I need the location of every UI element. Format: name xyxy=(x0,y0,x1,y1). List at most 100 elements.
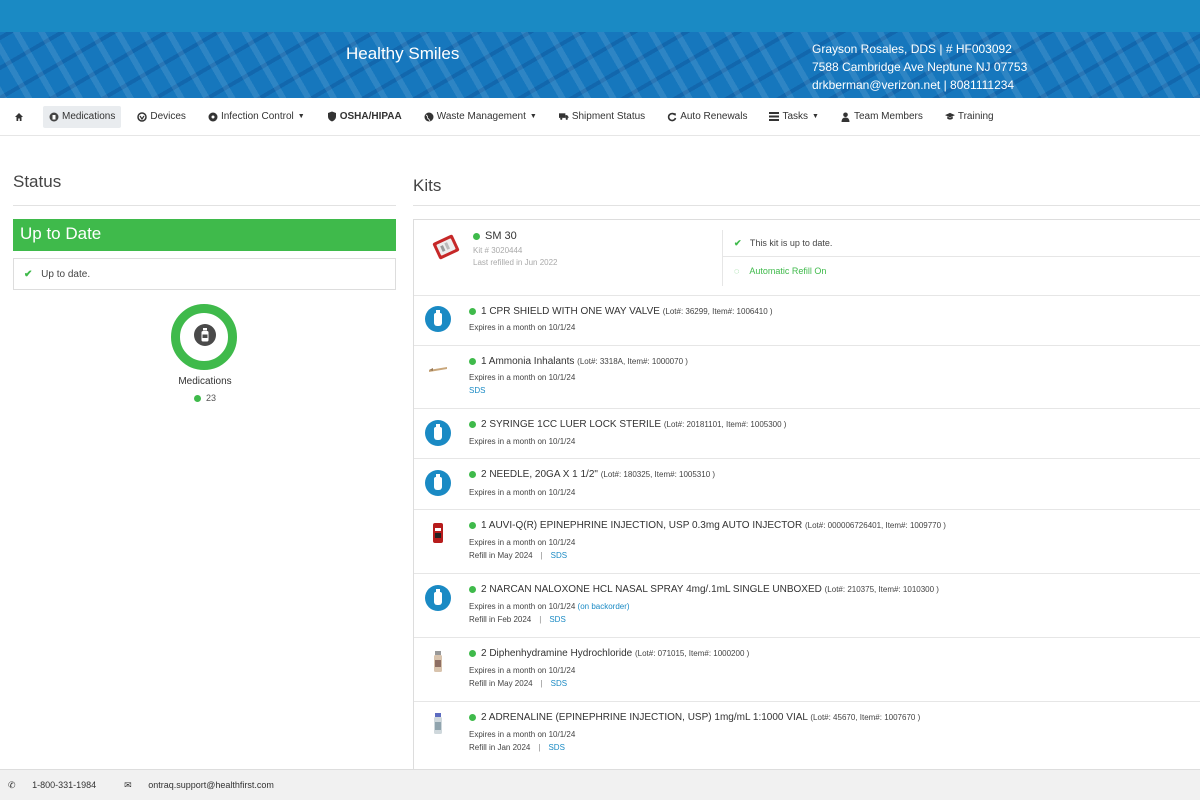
truck-icon xyxy=(558,112,569,122)
list-item[interactable]: 2 NEEDLE, 20GA X 1 1/2" (Lot#: 180325, I… xyxy=(414,459,1200,510)
kits-heading: Kits xyxy=(413,176,442,195)
status-heading: Status xyxy=(13,172,62,191)
nav-team-members[interactable]: Team Members xyxy=(835,106,929,128)
nav-infection-control[interactable]: Infection Control ▼ xyxy=(202,106,311,128)
item-title: 1 AUVI-Q(R) EPINEPHRINE INJECTION, USP 0… xyxy=(469,520,946,531)
footer-email-text: ontraq.support@healthfirst.com xyxy=(148,779,274,790)
header-banner: Healthy Smiles Grayson Rosales, DDS | # … xyxy=(0,32,1200,98)
footer-phone-text: 1-800-331-1984 xyxy=(32,779,97,790)
status-dot xyxy=(473,232,480,240)
footer-email[interactable]: ✉ ontraq.support@healthfirst.com xyxy=(124,780,288,791)
nav-tasks[interactable]: Tasks ▼ xyxy=(763,106,825,128)
sds-link[interactable]: SDS xyxy=(551,679,567,688)
item-expires-text: Expires in a month on 10/1/24 xyxy=(469,602,576,611)
item-title: 2 NARCAN NALOXONE HCL NASAL SPRAY 4mg/.1… xyxy=(469,584,939,595)
ammonia-inhalant-icon xyxy=(425,356,451,382)
list-item[interactable]: 1 Ammonia Inhalants (Lot#: 3318A, Item#:… xyxy=(414,346,1200,409)
separator: | xyxy=(540,679,543,688)
backorder-link[interactable]: (on backorder) xyxy=(578,602,630,611)
nav-osha-hipaa[interactable]: OSHA/HIPAA xyxy=(321,106,408,128)
divider xyxy=(13,205,396,206)
item-title: 1 Ammonia Inhalants (Lot#: 3318A, Item#:… xyxy=(469,356,688,367)
list-item[interactable]: 2 Diphenhydramine Hydrochloride (Lot#: 0… xyxy=(414,638,1200,702)
footer-phone[interactable]: ✆ 1-800-331-1984 xyxy=(8,780,110,791)
item-expires: Expires in a month on 10/1/24 xyxy=(469,730,576,739)
nav-auto-renewals-label: Auto Renewals xyxy=(680,111,748,122)
separator: | xyxy=(539,615,542,624)
nav-home[interactable] xyxy=(8,106,33,128)
item-lot: (Lot#: 210375, Item#: 1010300 ) xyxy=(824,585,939,594)
item-name: 2 SYRINGE 1CC LUER LOCK STERILE xyxy=(481,419,662,430)
top-strip xyxy=(0,0,1200,32)
item-links: SDS xyxy=(469,386,485,395)
donut-label: Medications xyxy=(178,376,232,387)
donut-count: 23 xyxy=(150,393,260,403)
nav-infection-control-label: Infection Control xyxy=(220,111,294,122)
divider xyxy=(722,230,723,286)
refresh-icon xyxy=(667,112,677,122)
status-badge: Up to Date xyxy=(13,219,396,251)
item-links: Refill in May 2024 | SDS xyxy=(469,551,567,560)
graduation-cap-icon xyxy=(944,112,955,122)
status-dot xyxy=(193,395,201,403)
list-item[interactable]: 2 ADRENALINE (EPINEPHRINE INJECTION, USP… xyxy=(414,702,1200,769)
donut-count-value: 23 xyxy=(205,393,216,403)
sds-link[interactable]: SDS xyxy=(469,386,485,395)
nav-medications-label: Medications xyxy=(62,111,116,122)
nav-auto-renewals[interactable]: Auto Renewals xyxy=(661,106,753,128)
nav-team-members-label: Team Members xyxy=(853,111,923,122)
nav-waste-management-label: Waste Management xyxy=(436,111,526,122)
shield-icon xyxy=(327,111,337,122)
medication-bottle-icon xyxy=(425,585,451,611)
nav-devices[interactable]: Devices xyxy=(131,106,192,128)
device-icon xyxy=(137,111,148,122)
list-item[interactable]: 2 SYRINGE 1CC LUER LOCK STERILE (Lot#: 2… xyxy=(414,409,1200,459)
nav-shipment-status[interactable]: Shipment Status xyxy=(553,106,651,128)
sds-link[interactable]: SDS xyxy=(548,743,564,752)
nav-medications[interactable]: Medications xyxy=(43,105,122,128)
item-title: 2 Diphenhydramine Hydrochloride (Lot#: 0… xyxy=(469,648,749,659)
item-expires: Expires in a month on 10/1/24 xyxy=(469,437,576,446)
main-nav: Medications Devices Infection Control ▼ … xyxy=(0,98,1200,136)
item-lot: (Lot#: 45670, Item#: 1007670 ) xyxy=(810,713,921,722)
check-icon: ✔ xyxy=(24,269,33,280)
phone-icon: ✆ xyxy=(8,779,16,790)
item-name: 1 CPR SHIELD WITH ONE WAY VALVE xyxy=(481,306,660,317)
chevron-down-icon: ▼ xyxy=(529,113,537,120)
item-expires: Expires in a month on 10/1/24 xyxy=(469,373,576,382)
item-title: 1 CPR SHIELD WITH ONE WAY VALVE (Lot#: 3… xyxy=(469,306,773,317)
status-dot xyxy=(469,307,476,315)
kit-status-text: This kit is up to date. xyxy=(749,238,833,248)
list-item[interactable]: 1 CPR SHIELD WITH ONE WAY VALVE (Lot#: 3… xyxy=(414,296,1200,346)
status-detail-text: Up to date. xyxy=(41,269,91,280)
separator: | xyxy=(540,551,543,560)
sds-link[interactable]: SDS xyxy=(549,615,565,624)
check-icon: ✔ xyxy=(734,238,742,248)
list-item[interactable]: 1 AUVI-Q(R) EPINEPHRINE INJECTION, USP 0… xyxy=(414,510,1200,574)
kits-list: SM 30 Kit # 3020444 Last refilled in Jun… xyxy=(413,219,1200,770)
medication-bottle-icon xyxy=(194,324,216,346)
medication-bottle-icon xyxy=(425,470,451,496)
item-links: Refill in Feb 2024 | SDS xyxy=(469,615,566,624)
chevron-down-icon: ▼ xyxy=(812,113,819,120)
separator: | xyxy=(538,743,541,752)
kit-name[interactable]: SM 30 xyxy=(473,230,517,242)
list-item[interactable]: 2 NARCAN NALOXONE HCL NASAL SPRAY 4mg/.1… xyxy=(414,574,1200,638)
nav-waste-management[interactable]: Waste Management ▼ xyxy=(418,106,543,128)
nav-tasks-label: Tasks xyxy=(782,111,809,122)
kit-number: Kit # 3020444 xyxy=(473,246,523,255)
sds-link[interactable]: SDS xyxy=(551,551,567,560)
nav-osha-hipaa-label: OSHA/HIPAA xyxy=(339,111,402,122)
item-lot: (Lot#: 000006726401, Item#: 1009770 ) xyxy=(804,521,946,530)
auto-injector-icon xyxy=(425,520,451,546)
practice-name: Healthy Smiles xyxy=(346,44,460,63)
item-refill: Refill in Jan 2024 xyxy=(469,743,531,752)
nav-shipment-status-label: Shipment Status xyxy=(571,111,646,122)
status-dot xyxy=(469,357,476,365)
status-dot xyxy=(469,470,476,478)
nav-training[interactable]: Training xyxy=(939,106,1000,128)
home-icon xyxy=(14,112,24,122)
medication-icon xyxy=(49,112,59,122)
item-expires: Expires in a month on 10/1/24 xyxy=(469,488,576,497)
item-lot: (Lot#: 3318A, Item#: 1000070 ) xyxy=(577,357,688,366)
